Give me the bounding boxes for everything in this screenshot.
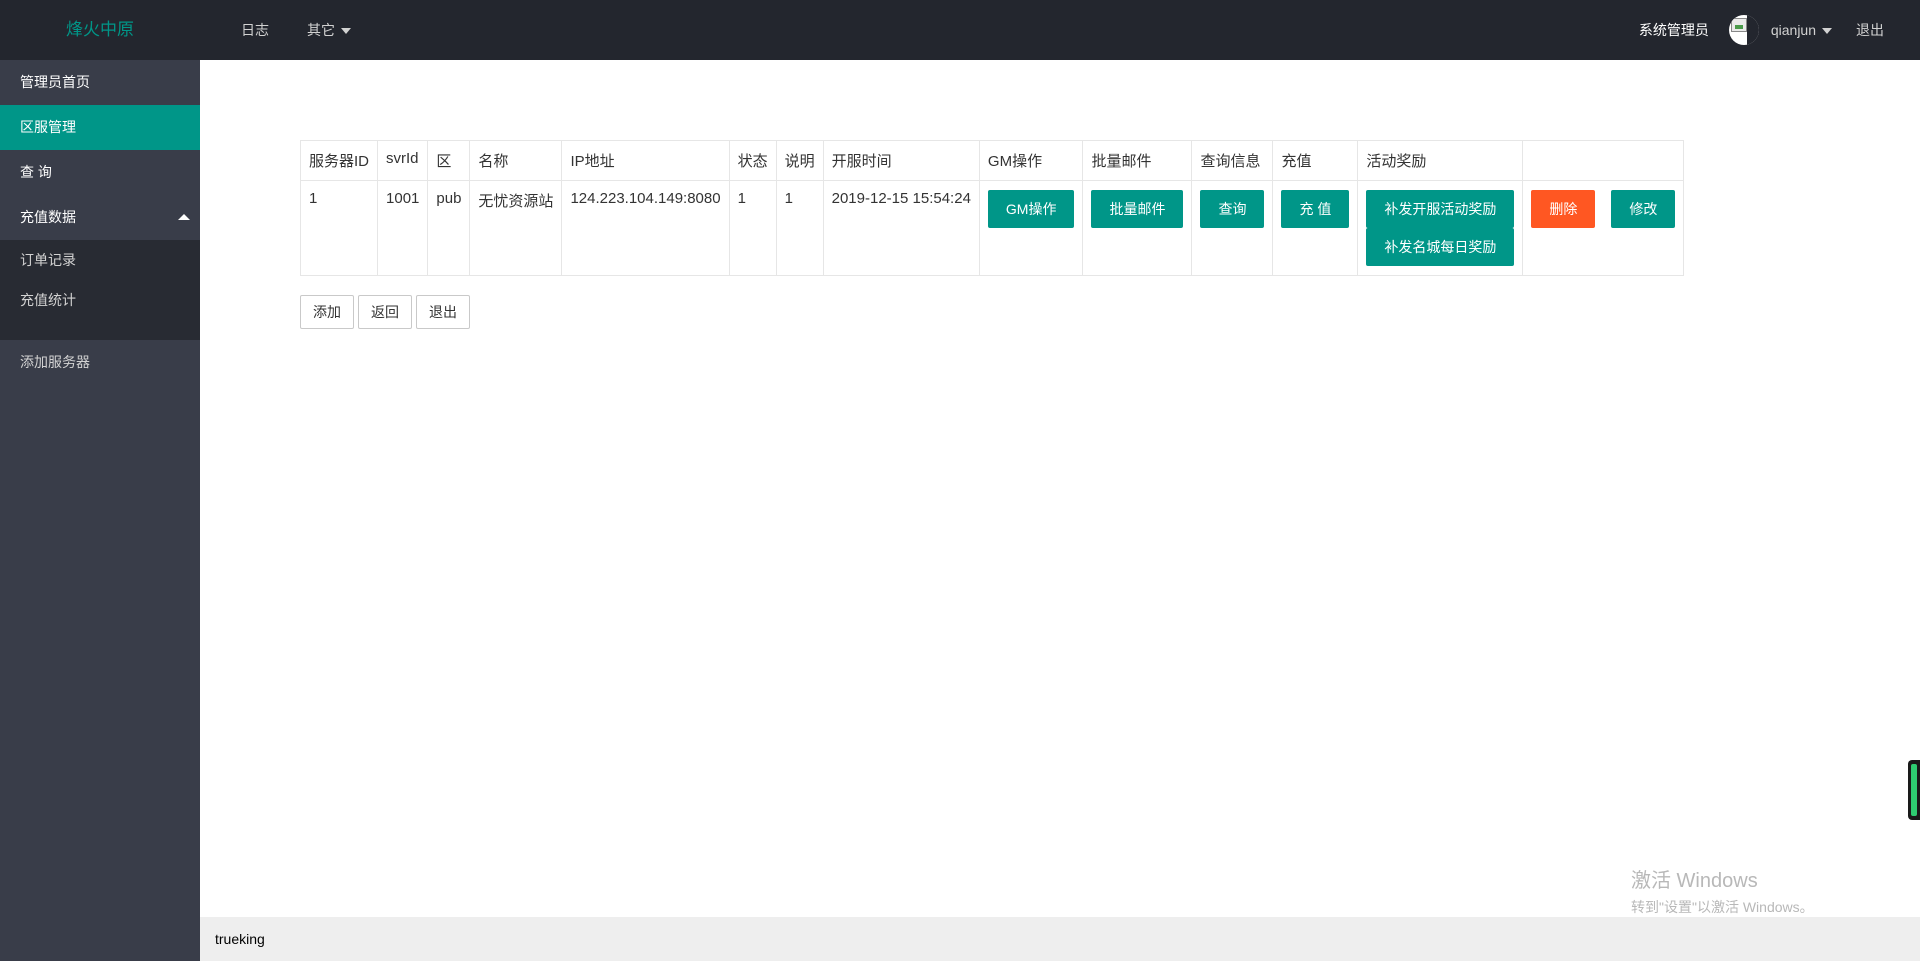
table-header-row: 服务器ID svrId 区 名称 IP地址 状态 说明 开服时间 GM操作 批量…: [299, 140, 1685, 181]
bottom-actions: 添加 返回 退出: [300, 295, 470, 329]
col-header: [1522, 140, 1685, 181]
col-header: 状态: [728, 140, 777, 181]
sidebar-subitem-orders[interactable]: 订单记录: [0, 240, 200, 280]
bulk-mail-button[interactable]: 批量邮件: [1091, 190, 1184, 228]
reissue-opening-reward-button[interactable]: 补发开服活动奖励: [1366, 190, 1515, 228]
nav-item-log[interactable]: 日志: [222, 0, 288, 60]
sidebar-item-admin-home[interactable]: 管理员首页: [0, 60, 200, 105]
top-nav: 日志 其它: [222, 0, 370, 60]
sidebar-item-query[interactable]: 查 询: [0, 150, 200, 195]
watermark-subtitle: 转到"设置"以激活 Windows。: [1631, 899, 1814, 915]
avatar[interactable]: [1728, 15, 1759, 45]
role-label: 系统管理员: [1638, 22, 1709, 38]
col-header: 服务器ID: [299, 140, 379, 181]
user-area: 系统管理员 qianjun 退出: [1639, 0, 1884, 60]
main-content: 服务器ID svrId 区 名称 IP地址 状态 说明 开服时间 GM操作 批量…: [200, 60, 1920, 917]
table-row: 1 1001 pub 无忧资源站 124.223.104.149:8080 1 …: [299, 180, 1685, 276]
col-header: GM操作: [978, 140, 1084, 181]
watermark-title: 激活 Windows: [1631, 870, 1758, 892]
delete-button[interactable]: 删除: [1531, 190, 1596, 228]
col-header: 活动奖励: [1357, 140, 1524, 181]
sidebar-item-label: 充值数据: [20, 209, 76, 225]
username-label: qianjun: [1770, 22, 1816, 38]
caret-down-icon: [1822, 28, 1832, 35]
cell-name: 无忧资源站: [469, 180, 563, 276]
col-header: 查询信息: [1191, 140, 1274, 181]
col-header: 说明: [775, 140, 824, 181]
reissue-daily-reward-button[interactable]: 补发名城每日奖励: [1366, 228, 1515, 266]
floating-side-widget[interactable]: [1908, 760, 1920, 820]
server-table: 服务器ID svrId 区 名称 IP地址 状态 说明 开服时间 GM操作 批量…: [299, 140, 1685, 276]
broken-image-icon: [1730, 18, 1747, 32]
query-button[interactable]: 查询: [1200, 190, 1265, 228]
cell-query: 查询: [1191, 180, 1274, 276]
col-header: 名称: [469, 140, 563, 181]
edit-button[interactable]: 修改: [1611, 190, 1676, 228]
cell-server-id: 1: [299, 180, 379, 276]
sidebar-item-server-management[interactable]: 区服管理: [0, 105, 200, 150]
nav-item-label: 日志: [241, 22, 269, 38]
sidebar-item-add-server[interactable]: 添加服务器: [0, 340, 200, 385]
cell-svrid: 1001: [377, 180, 429, 276]
cell-open-time: 2019-12-15 15:54:24: [822, 180, 980, 276]
cell-gm: GM操作: [978, 180, 1084, 276]
row-actions: 删除 修改: [1531, 190, 1676, 228]
cell-status: 1: [728, 180, 777, 276]
sidebar-item-recharge-data[interactable]: 充值数据: [0, 195, 200, 240]
gm-operation-button[interactable]: GM操作: [987, 190, 1075, 228]
app-logo[interactable]: 烽火中原: [0, 0, 200, 60]
cell-desc: 1: [775, 180, 824, 276]
col-header: 开服时间: [822, 140, 980, 181]
sidebar: 管理员首页 区服管理 查 询 充值数据 订单记录 充值统计 添加服务器: [0, 60, 200, 961]
col-header: 区: [427, 140, 471, 181]
cell-ops: 删除 修改: [1522, 180, 1685, 276]
cell-mail: 批量邮件: [1082, 180, 1193, 276]
nav-item-other[interactable]: 其它: [288, 0, 370, 60]
nav-item-label: 其它: [307, 22, 335, 38]
footer: trueking: [200, 917, 1920, 961]
sidebar-submenu: 订单记录 充值统计: [0, 240, 200, 340]
cell-ip: 124.223.104.149:8080: [561, 180, 730, 276]
col-header: svrId: [377, 140, 429, 181]
cell-reward: 补发开服活动奖励 补发名城每日奖励: [1357, 180, 1524, 276]
sidebar-subitem-recharge-stats[interactable]: 充值统计: [0, 280, 200, 320]
add-button[interactable]: 添加: [300, 295, 354, 329]
caret-up-icon: [178, 214, 190, 220]
caret-down-icon: [341, 28, 351, 35]
windows-activation-watermark: 激活 Windows 转到"设置"以激活 Windows。: [1631, 864, 1814, 917]
logout-link[interactable]: 退出: [1856, 20, 1884, 40]
back-button[interactable]: 返回: [358, 295, 412, 329]
col-header: 充值: [1272, 140, 1359, 181]
cell-zone: pub: [427, 180, 471, 276]
user-menu[interactable]: qianjun: [1771, 22, 1832, 38]
col-header: IP地址: [561, 140, 730, 181]
col-header: 批量邮件: [1082, 140, 1193, 181]
cell-recharge: 充 值: [1272, 180, 1359, 276]
recharge-button[interactable]: 充 值: [1281, 190, 1350, 228]
top-header: 烽火中原 日志 其它 系统管理员 qianjun 退出: [0, 0, 1920, 60]
exit-button[interactable]: 退出: [416, 295, 470, 329]
